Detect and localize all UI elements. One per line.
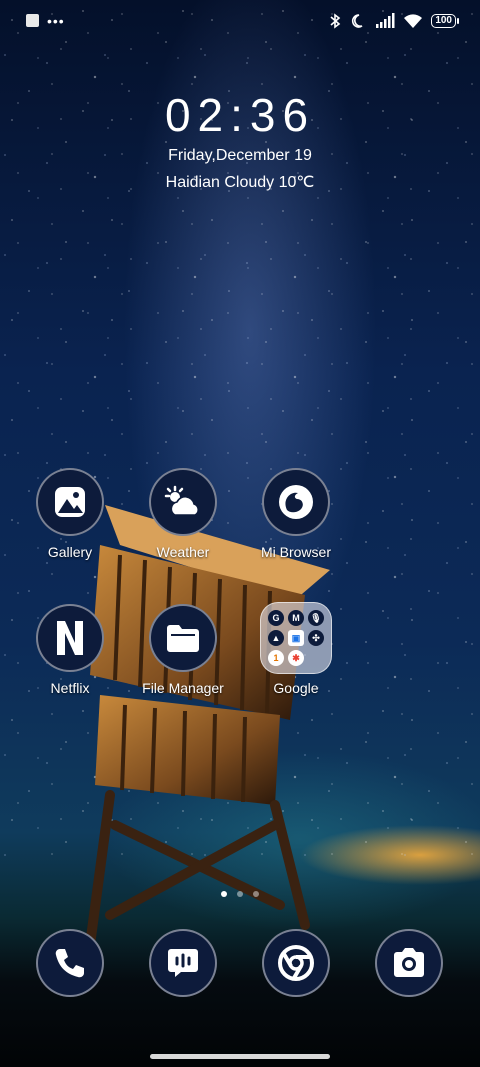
app-label-gallery: Gallery [47,544,93,560]
app-file-manager[interactable]: File Manager [128,604,238,696]
more-dots-icon: ••• [47,12,65,29]
page-dot-active [221,891,227,897]
clock-date[interactable]: Friday,December 19 [0,147,480,165]
camera-icon[interactable] [375,929,443,997]
app-label-file-manager: File Manager [142,680,224,696]
dock-phone[interactable] [36,929,104,997]
bluetooth-icon [330,13,341,29]
clock-time[interactable]: 02:36 [0,88,480,142]
app-label-netflix: Netflix [50,680,90,696]
google-folder-icon[interactable]: G M 🎙 ▲ ▣ ✣ 1 ✱ [260,602,332,674]
app-label-mi-browser: Mi Browser [260,544,331,560]
gallery-icon[interactable] [36,468,104,536]
gesture-navigation-handle[interactable] [150,1054,330,1059]
app-label-weather: Weather [156,544,210,560]
google-search-mini-icon: G [268,610,284,626]
app-mi-browser[interactable]: Mi Browser [241,468,351,560]
netflix-icon[interactable] [36,604,104,672]
page-indicator [0,891,480,897]
weather-sun-cloud-icon[interactable] [149,468,217,536]
phone-icon[interactable] [36,929,104,997]
one-mini-icon: 1 [268,650,284,666]
meet-mini-icon: ▣ [288,630,304,646]
dock-camera[interactable] [375,929,443,997]
chrome-icon[interactable] [262,929,330,997]
wifi-icon [404,14,423,28]
assistant-mini-icon: ✱ [288,650,304,666]
battery-icon: 100 [431,14,459,28]
cellular-signal-icon [376,13,395,28]
app-gallery[interactable]: Gallery [15,468,125,560]
drive-mini-icon: ▲ [268,630,284,646]
message-icon[interactable] [149,929,217,997]
app-weather[interactable]: Weather [128,468,238,560]
page-dot [237,891,243,897]
battery-level: 100 [435,15,452,26]
wallpaper-tower [85,505,330,945]
podcasts-mini-icon: 🎙 [308,610,324,626]
app-folder-google[interactable]: G M 🎙 ▲ ▣ ✣ 1 ✱ Google [241,602,351,696]
dock-messages[interactable] [149,929,217,997]
photos-mini-icon: ✣ [308,630,324,646]
clock-weather[interactable]: Haidian Cloudy 10℃ [0,172,480,192]
mi-browser-icon[interactable] [262,468,330,536]
page-dot [253,891,259,897]
app-label-google: Google [273,680,319,696]
do-not-disturb-moon-icon [352,14,363,28]
dock-chrome[interactable] [262,929,330,997]
folder-icon[interactable] [149,604,217,672]
status-bar: ••• 100 [0,0,480,46]
gmail-mini-icon: M [288,610,304,626]
app-netflix[interactable]: Netflix [15,604,125,696]
notification-square-icon [26,14,39,27]
